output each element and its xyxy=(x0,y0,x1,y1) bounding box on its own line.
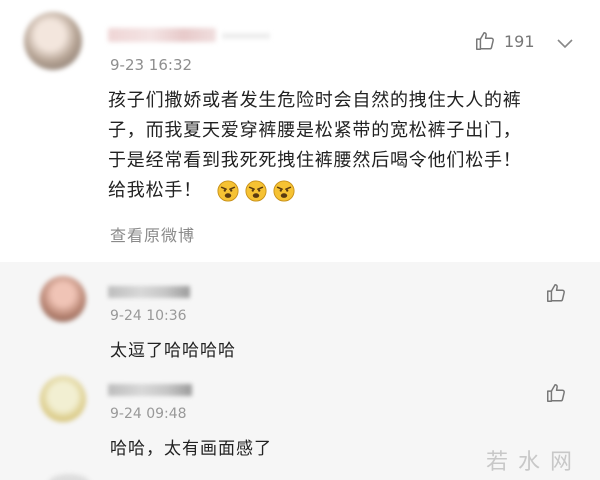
comment-timestamp: 9-23 16:32 xyxy=(110,56,193,74)
like-button[interactable]: 191 xyxy=(474,30,535,52)
reply-text: 哈哈，太有画面感了 xyxy=(110,439,272,459)
angry-face-icon xyxy=(244,180,267,202)
thumbs-up-icon xyxy=(474,30,496,52)
emoji-group xyxy=(216,180,295,202)
comment-body: 孩子们撒娇或者发生危险时会自然的拽住大人的裤 子，而我夏天爱穿裤腰是松紧带的宽松… xyxy=(108,86,588,206)
reply-timestamp: 9-24 10:36 xyxy=(110,308,187,324)
like-button[interactable] xyxy=(545,282,567,304)
comment-line: 于是经常看到我死死拽住裤腰然后喝令他们松手！ xyxy=(108,150,522,171)
main-comment: 9-23 16:32 191 孩子们撒娇或者发生危险时会自然的拽住大人的裤 子，… xyxy=(0,0,600,262)
avatar[interactable] xyxy=(24,12,82,70)
username-blurred-extra xyxy=(222,33,270,39)
angry-face-icon xyxy=(272,180,295,202)
username-blurred[interactable] xyxy=(108,384,192,396)
view-original-link[interactable]: 查看原微博 xyxy=(110,222,195,246)
comment-line-last: 给我松手！ xyxy=(108,176,588,206)
username-blurred[interactable] xyxy=(108,286,190,298)
reply-timestamp: 9-24 09:48 xyxy=(110,406,187,422)
comment-line-text: 给我松手！ xyxy=(108,180,202,201)
more-options-button[interactable] xyxy=(556,35,574,54)
thumbs-up-icon xyxy=(545,382,567,404)
chevron-down-icon xyxy=(556,35,574,54)
reply-text: 太逗了哈哈哈哈 xyxy=(110,341,236,361)
like-button[interactable] xyxy=(545,382,567,404)
username-blurred[interactable] xyxy=(108,28,216,42)
comment-line: 孩子们撒娇或者发生危险时会自然的拽住大人的裤 xyxy=(108,90,522,111)
like-count: 191 xyxy=(504,31,535,51)
angry-face-icon xyxy=(216,180,239,202)
avatar[interactable] xyxy=(40,376,86,422)
avatar-partial[interactable] xyxy=(48,474,90,480)
avatar[interactable] xyxy=(40,276,86,322)
comment-line: 子，而我夏天爱穿裤腰是松紧带的宽松裤子出门， xyxy=(108,120,522,141)
watermark: 若水网 xyxy=(485,450,582,475)
thumbs-up-icon xyxy=(545,282,567,304)
